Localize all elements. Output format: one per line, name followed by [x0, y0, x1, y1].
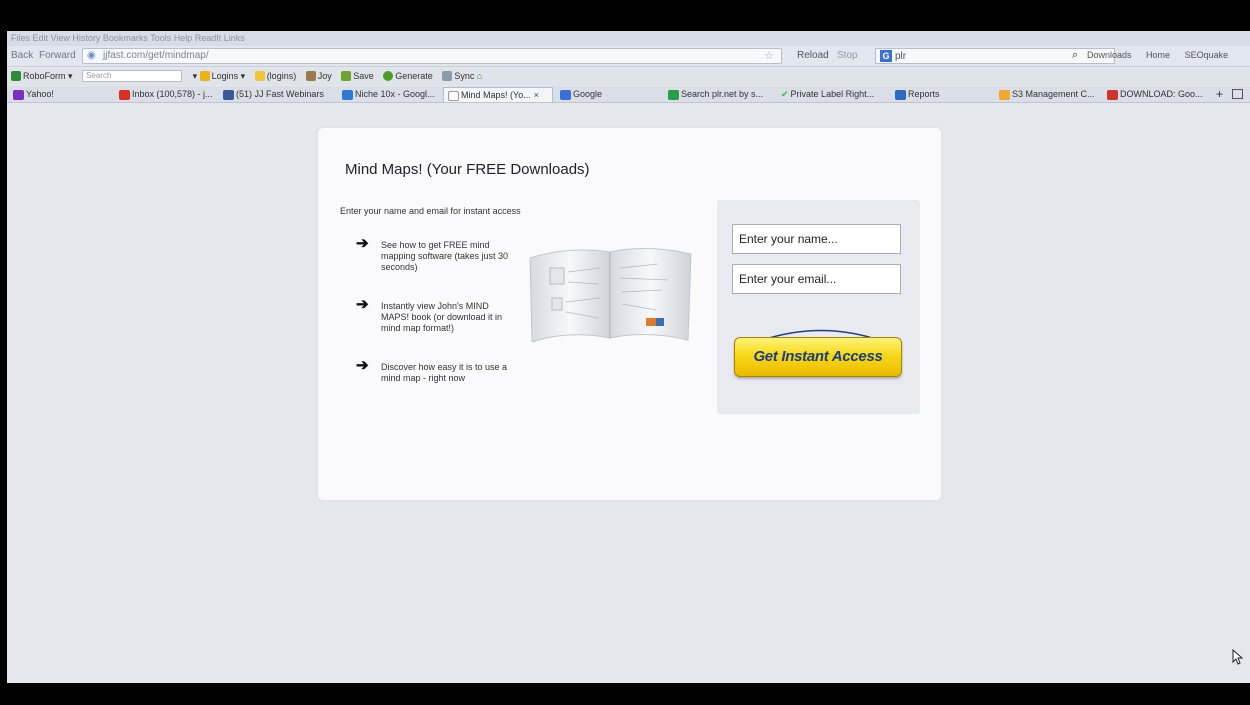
roboform-menu[interactable]: RoboForm ▾ [11, 71, 73, 82]
mouse-cursor-icon [1232, 649, 1244, 665]
bookmark-star-icon[interactable]: ☆ [764, 49, 774, 62]
blank-page-icon [448, 90, 459, 101]
reload-button[interactable]: Reload [797, 50, 829, 61]
home-icon[interactable]: ⌂ [477, 71, 482, 81]
generate-icon [383, 71, 394, 82]
back-button[interactable]: Back [11, 50, 33, 61]
download-site-icon [1107, 89, 1118, 100]
logins-icon [199, 71, 210, 82]
google-tab-icon [560, 89, 571, 100]
save-icon [341, 71, 352, 82]
sync-item[interactable]: Sync ⌂ [442, 71, 482, 82]
gmail-icon [119, 89, 130, 100]
tab-yahoo[interactable]: Yahoo! [9, 87, 109, 102]
identity-icon [305, 71, 316, 82]
star-login-icon [254, 71, 265, 82]
stop-button[interactable]: Stop [837, 50, 858, 61]
signup-form: Enter your name... Enter your email... G… [717, 200, 920, 414]
page-title: Mind Maps! (Your FREE Downloads) [345, 161, 590, 178]
docs-icon [342, 89, 353, 100]
search-engine-box[interactable]: Gplr [875, 48, 1115, 64]
optin-card: Mind Maps! (Your FREE Downloads) Enter y… [318, 128, 941, 500]
tab-s3-management[interactable]: S3 Management C... [995, 87, 1100, 102]
site-identity-icon[interactable]: ◉ [87, 50, 96, 61]
get-instant-access-button[interactable]: Get Instant Access [734, 337, 902, 377]
address-bar[interactable]: ◉ jjfast.com/get/mindmap/ [82, 48, 782, 64]
menu-bar[interactable]: Files Edit View History Bookmarks Tools … [7, 31, 1250, 46]
arrow-right-icon: ➔ [356, 235, 369, 252]
forward-button[interactable]: Forward [39, 50, 76, 61]
new-tab-button[interactable]: + [1216, 87, 1223, 101]
arrow-right-icon: ➔ [356, 357, 369, 374]
logins-menu[interactable]: ▾ Logins ▾ [193, 71, 245, 82]
aws-icon [999, 89, 1010, 100]
toolbar-right-links: Downloads Home SEOquake [1087, 50, 1240, 60]
tab-private-label[interactable]: ✔ Private Label Right... [777, 87, 890, 102]
logins-item[interactable]: (logins) [254, 71, 296, 82]
browser-window: Files Edit View History Bookmarks Tools … [7, 31, 1250, 683]
tab-google[interactable]: Google [556, 87, 656, 102]
google-icon[interactable]: G [880, 50, 892, 62]
yahoo-icon [13, 89, 24, 100]
tab-bar: Yahoo! Inbox (100,578) - j... (51) JJ Fa… [7, 86, 1250, 103]
arrow-right-icon: ➔ [356, 296, 369, 313]
intro-text: Enter your name and email for instant ac… [340, 206, 521, 216]
name-field[interactable]: Enter your name... [732, 224, 901, 254]
save-item[interactable]: Save [341, 71, 374, 82]
facebook-icon [223, 89, 234, 100]
downloads-button[interactable]: Downloads [1087, 50, 1132, 60]
generate-item[interactable]: Generate [383, 71, 433, 82]
identity-item[interactable]: Joy [305, 71, 332, 82]
search-icon[interactable]: ⌕ [1072, 49, 1078, 62]
roboform-icon [11, 71, 21, 82]
email-field[interactable]: Enter your email... [732, 264, 901, 294]
sync-icon [442, 71, 453, 82]
tab-mind-maps[interactable]: Mind Maps! (Yo... × [443, 87, 553, 102]
tab-niche-10x[interactable]: Niche 10x - Googl... [338, 87, 442, 102]
tab-reports[interactable]: Reports [891, 87, 991, 102]
cta-area: Get Instant Access [732, 325, 904, 385]
plr-icon [668, 89, 679, 100]
navigation-bar: Back Forward ◉ jjfast.com/get/mindmap/ ☆… [7, 46, 1250, 67]
tab-list-icon[interactable] [1232, 89, 1243, 99]
close-tab-icon[interactable]: × [534, 90, 539, 100]
mind-map-book-image [529, 247, 692, 342]
tab-jjfast-webinars[interactable]: (51) JJ Fast Webinars [219, 87, 337, 102]
roboform-toolbar: RoboForm ▾ Search ▾ Logins ▾ (logins) Jo… [7, 68, 1250, 85]
reports-icon [895, 89, 906, 100]
url-text: jjfast.com/get/mindmap/ [103, 50, 209, 61]
tab-search-plr[interactable]: Search plr.net by s... [664, 87, 775, 102]
toolbar-search-input[interactable]: Search [82, 70, 183, 82]
seoquake-button[interactable]: SEOquake [1185, 50, 1229, 60]
checkmark-icon: ✔ [781, 89, 789, 99]
tab-inbox[interactable]: Inbox (100,578) - j... [115, 87, 218, 102]
home-button[interactable]: Home [1146, 50, 1170, 60]
search-engine-value: plr [895, 51, 907, 62]
tab-download[interactable]: DOWNLOAD: Goo... [1103, 87, 1214, 102]
